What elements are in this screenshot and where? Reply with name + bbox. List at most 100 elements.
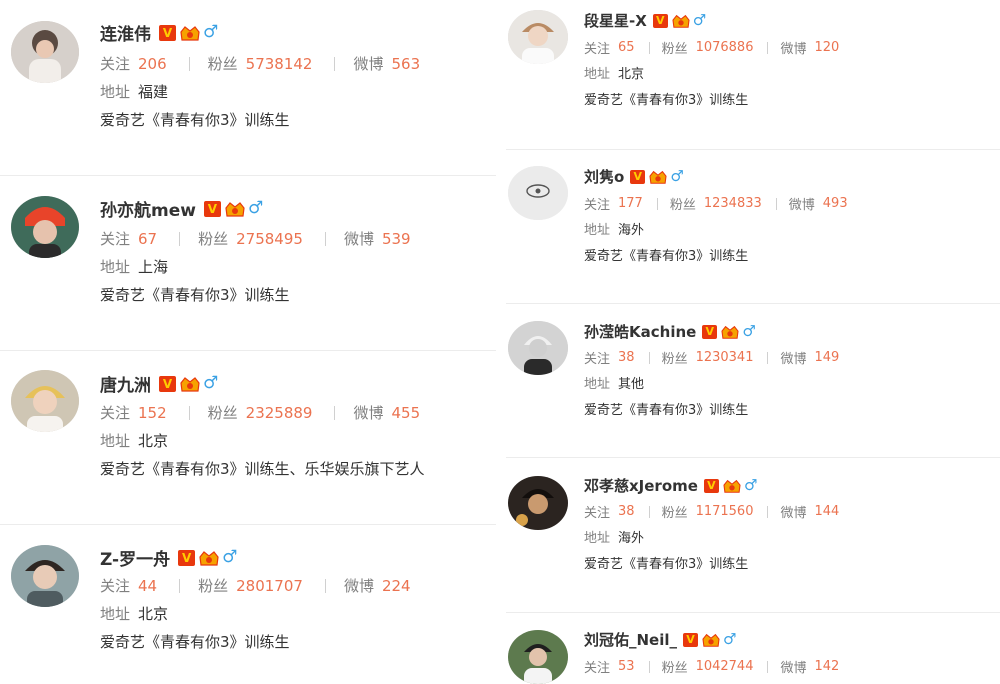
user-avatar[interactable] [11, 196, 79, 258]
user-description: 爱奇艺《青春有你3》训练生 [584, 557, 749, 572]
divider [767, 351, 769, 364]
user-name[interactable]: 刘隽o [584, 166, 624, 187]
address-label: 地址 [100, 83, 131, 101]
follow-count[interactable]: 67 [138, 230, 157, 248]
fans-count[interactable]: 2758495 [236, 230, 303, 248]
member-crown-icon [720, 324, 740, 340]
weibo-label: 微博 [343, 230, 374, 248]
follow-count[interactable]: 65 [618, 40, 635, 55]
user-avatar[interactable] [508, 476, 568, 530]
weibo-count[interactable]: 224 [382, 577, 411, 595]
male-icon: ♂ [670, 167, 684, 185]
weibo-count[interactable]: 563 [392, 55, 421, 73]
follow-count[interactable]: 53 [618, 659, 635, 674]
user-name[interactable]: 孙亦航mew [100, 196, 196, 221]
weibo-label: 微博 [353, 55, 384, 73]
user-name[interactable]: 邓孝慈xJerome [584, 475, 698, 496]
member-crown-icon [198, 549, 220, 567]
user-card[interactable]: 刘隽o V ♂ 关注 177 粉丝 1234833 微博 493 地址 海外 爱奇… [506, 150, 1000, 304]
member-crown-icon [648, 169, 668, 185]
user-card[interactable]: 连淮伟 V ♂ 关注 206 粉丝 5738142 微博 563 地址 福建 爱奇… [0, 0, 496, 176]
divider [648, 41, 650, 54]
user-name[interactable]: 段星星-X [584, 10, 647, 31]
user-stats: 关注 206 粉丝 5738142 微博 563 [100, 53, 420, 74]
user-avatar[interactable] [508, 321, 568, 375]
follow-count[interactable]: 38 [618, 350, 635, 365]
divider [188, 405, 190, 420]
user-description: 爱奇艺《青春有你3》训练生 [584, 93, 749, 108]
fans-count[interactable]: 2325889 [246, 404, 313, 422]
male-icon: ♂ [743, 476, 758, 494]
user-avatar[interactable] [11, 370, 79, 432]
user-card[interactable]: 孙滢皓Kachine V ♂ 关注 38 粉丝 1230341 微博 149 地… [506, 304, 1000, 458]
weibo-count[interactable]: 455 [392, 404, 421, 422]
user-card[interactable]: 段星星-X V ♂ 关注 65 粉丝 1076886 微博 120 地址 北京 爱… [506, 0, 1000, 150]
follow-count[interactable]: 152 [138, 404, 167, 422]
user-description: 爱奇艺《青春有你3》训练生、乐华娱乐旗下艺人 [100, 460, 425, 478]
fans-count[interactable]: 1042744 [696, 659, 754, 674]
weibo-count[interactable]: 120 [815, 40, 840, 55]
fans-count[interactable]: 1076886 [696, 40, 754, 55]
fans-count[interactable]: 1230341 [696, 350, 754, 365]
male-icon: ♂ [742, 322, 756, 340]
male-icon: ♂ [203, 373, 219, 393]
user-card[interactable]: 刘冠佑_Neil_ V ♂ 关注 53 粉丝 1042744 微博 142 [506, 613, 1000, 684]
address-value: 上海 [138, 258, 169, 276]
divider [179, 578, 181, 593]
divider [334, 56, 336, 71]
follow-count[interactable]: 38 [618, 504, 635, 519]
user-name-row: 孙亦航mew V ♂ [100, 196, 263, 222]
follow-count[interactable]: 206 [138, 55, 167, 73]
fans-count[interactable]: 1171560 [696, 504, 754, 519]
weibo-label: 微博 [780, 42, 807, 57]
user-name[interactable]: Z-罗一舟 [100, 545, 170, 570]
follow-count[interactable]: 44 [138, 577, 157, 595]
weibo-count[interactable]: 142 [815, 659, 840, 674]
divider [188, 56, 190, 71]
user-name[interactable]: 刘冠佑_Neil_ [584, 629, 677, 650]
user-name[interactable]: 孙滢皓Kachine [584, 321, 696, 342]
fans-count[interactable]: 1234833 [704, 196, 762, 211]
address-label: 地址 [100, 605, 131, 623]
user-card[interactable]: 邓孝慈xJerome V ♂ 关注 38 粉丝 1171560 微博 144 地… [506, 458, 1000, 613]
address-value: 北京 [618, 67, 645, 82]
user-avatar[interactable] [11, 545, 79, 607]
verified-icon: V [683, 632, 699, 647]
user-avatar[interactable] [508, 630, 568, 684]
fans-count[interactable]: 2801707 [236, 577, 303, 595]
follow-label: 关注 [100, 55, 131, 73]
divider [324, 231, 326, 246]
weibo-count[interactable]: 493 [823, 196, 848, 211]
follow-label: 关注 [100, 577, 131, 595]
user-description: 爱奇艺《青春有你3》训练生 [584, 249, 749, 264]
follow-label: 关注 [584, 506, 611, 521]
address-label: 地址 [100, 258, 131, 276]
address-label: 地址 [584, 531, 611, 546]
user-avatar[interactable] [508, 10, 568, 64]
address-label: 地址 [584, 377, 611, 392]
user-avatar[interactable] [508, 166, 568, 220]
user-avatar[interactable] [11, 21, 79, 83]
user-card[interactable]: 唐九洲 V ♂ 关注 152 粉丝 2325889 微博 455 地址 北京 爱奇… [0, 351, 496, 525]
verified-icon: V [652, 13, 668, 28]
user-name-row: 段星星-X V ♂ [584, 10, 706, 31]
user-name[interactable]: 连淮伟 [100, 20, 151, 45]
user-description: 爱奇艺《青春有你3》训练生 [584, 403, 749, 418]
follow-count[interactable]: 177 [618, 196, 643, 211]
user-name[interactable]: 唐九洲 [100, 371, 151, 396]
weibo-count[interactable]: 539 [382, 230, 411, 248]
weibo-count[interactable]: 149 [815, 350, 840, 365]
fans-count[interactable]: 5738142 [246, 55, 313, 73]
user-stats: 关注 44 粉丝 2801707 微博 224 [100, 575, 411, 596]
weibo-label: 微博 [780, 661, 807, 676]
member-crown-icon [224, 200, 246, 218]
follow-label: 关注 [584, 198, 611, 213]
address-label: 地址 [584, 67, 611, 82]
member-crown-icon [701, 632, 721, 648]
divider [775, 197, 777, 210]
user-card[interactable]: Z-罗一舟 V ♂ 关注 44 粉丝 2801707 微博 224 地址 北京 爱… [0, 525, 496, 683]
weibo-count[interactable]: 144 [815, 504, 840, 519]
fans-label: 粉丝 [661, 506, 688, 521]
user-card[interactable]: 孙亦航mew V ♂ 关注 67 粉丝 2758495 微博 539 地址 上海 … [0, 176, 496, 351]
verified-icon: V [702, 324, 718, 339]
